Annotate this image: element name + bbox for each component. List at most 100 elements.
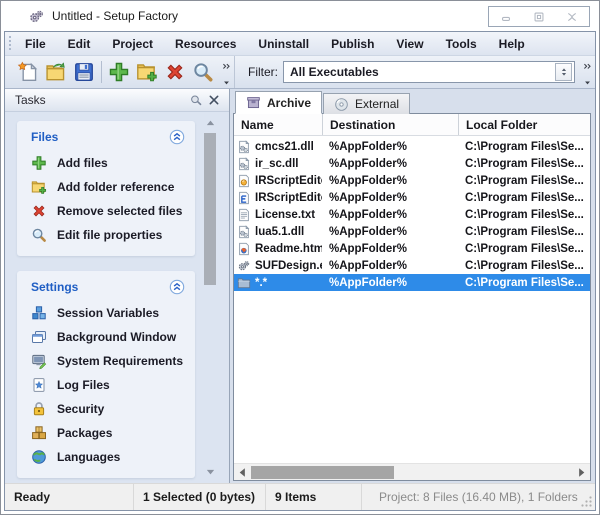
filter-overflow[interactable] (580, 57, 594, 87)
menu-project[interactable]: Project (101, 32, 164, 55)
filter-combobox[interactable]: All Executables (283, 61, 575, 83)
column-header-destination[interactable]: Destination (322, 114, 458, 135)
task-languages[interactable]: Languages (25, 445, 187, 469)
save-button[interactable] (70, 58, 98, 86)
chevron-right-double-icon (582, 59, 593, 69)
horizontal-scrollbar (234, 463, 590, 480)
menu-resources[interactable]: Resources (164, 32, 247, 55)
add-files-button[interactable] (105, 58, 133, 86)
file-local-folder: C:\Program Files\Se... (458, 192, 590, 204)
table-body: cmcs21.dll %AppFolder% C:\Program Files\… (234, 136, 590, 463)
file-name: SUFDesign.exe (255, 260, 322, 272)
pin-button[interactable] (187, 91, 205, 109)
background-window-icon (31, 329, 47, 345)
scrollbar-thumb[interactable] (204, 133, 216, 285)
file-name: lua5.1.dll (255, 226, 304, 238)
table-row[interactable]: IRScriptEdito... %AppFolder% C:\Program … (234, 172, 590, 189)
scroll-up-arrow[interactable] (204, 117, 217, 130)
table-row[interactable]: IRScriptEdito... %AppFolder% C:\Program … (234, 189, 590, 206)
table-row[interactable]: lua5.1.dll %AppFolder% C:\Program Files\… (234, 223, 590, 240)
open-button[interactable] (42, 58, 70, 86)
scroll-right-arrow[interactable] (574, 465, 589, 480)
task-add-folder-reference[interactable]: Add folder reference (25, 175, 187, 199)
scrollbar-thumb[interactable] (251, 466, 394, 479)
task-log-files[interactable]: Log Files (25, 373, 187, 397)
resize-grip[interactable] (580, 495, 593, 508)
file-destination: %AppFolder% (322, 192, 458, 204)
file-local-folder: C:\Program Files\Se... (458, 209, 590, 221)
new-file-button[interactable] (14, 58, 42, 86)
file-local-folder: C:\Program Files\Se... (458, 141, 590, 153)
toolbar-overflow[interactable] (219, 57, 233, 87)
maximize-icon (532, 10, 546, 24)
languages-icon (31, 449, 47, 465)
scroll-down-arrow[interactable] (204, 465, 217, 478)
menu-edit[interactable]: Edit (57, 32, 102, 55)
task-edit-file-properties[interactable]: Edit file properties (25, 223, 187, 247)
menu-uninstall[interactable]: Uninstall (247, 32, 320, 55)
menu-file[interactable]: File (14, 32, 57, 55)
system-requirements-icon (31, 353, 47, 369)
file-destination: %AppFolder% (322, 158, 458, 170)
menu-help[interactable]: Help (488, 32, 536, 55)
close-panel-button[interactable] (205, 91, 223, 109)
close-button[interactable] (556, 7, 589, 26)
app-logo-icon (28, 8, 45, 25)
maximize-button[interactable] (522, 7, 555, 26)
menu-publish[interactable]: Publish (320, 32, 385, 55)
file-name: *.* (255, 277, 267, 289)
task-system-requirements[interactable]: System Requirements (25, 349, 187, 373)
task-session-variables[interactable]: Session Variables (25, 301, 187, 325)
menu-view[interactable]: View (385, 32, 434, 55)
files-section-title: Files (31, 130, 58, 144)
help-file-icon (237, 174, 251, 188)
file-name: License.txt (255, 209, 315, 221)
minimize-button[interactable] (489, 7, 522, 26)
add-folder-button[interactable] (133, 58, 161, 86)
remove-button[interactable] (161, 58, 189, 86)
table-row[interactable]: ir_sc.dll %AppFolder% C:\Program Files\S… (234, 155, 590, 172)
table-row[interactable]: cmcs21.dll %AppFolder% C:\Program Files\… (234, 138, 590, 155)
scroll-left-arrow[interactable] (235, 465, 250, 480)
filter-spinner[interactable] (555, 63, 572, 81)
file-local-folder: C:\Program Files\Se... (458, 243, 590, 255)
table-row[interactable]: Readme.htm %AppFolder% C:\Program Files\… (234, 240, 590, 257)
remove-icon (31, 203, 47, 219)
file-name: IRScriptEdito... (255, 192, 322, 204)
main-area: Tasks Files (5, 89, 595, 483)
search-button[interactable] (189, 58, 217, 86)
dll-file-icon (237, 225, 251, 239)
tab-external[interactable]: External (323, 93, 410, 114)
column-header-name[interactable]: Name (234, 114, 322, 135)
file-name: cmcs21.dll (255, 141, 314, 153)
window-controls (488, 6, 590, 27)
toolbar: Filter: All Executables (5, 56, 595, 89)
task-remove-selected-files[interactable]: Remove selected files (25, 199, 187, 223)
tab-archive[interactable]: Archive (235, 91, 322, 114)
tasks-panel-title: Tasks (15, 93, 187, 107)
triangle-up-icon (204, 118, 217, 133)
status-selection: 1 Selected (0 bytes) (133, 484, 265, 510)
task-packages[interactable]: Packages (25, 421, 187, 445)
add-files-icon (108, 61, 130, 83)
collapse-files-button[interactable] (169, 129, 185, 145)
triangle-right-icon (574, 468, 589, 481)
table-row[interactable]: *.* %AppFolder% C:\Program Files\Se... (234, 274, 590, 291)
column-header-local-folder[interactable]: Local Folder (458, 114, 590, 135)
pin-icon (189, 93, 203, 107)
cd-icon (334, 97, 349, 112)
file-destination: %AppFolder% (322, 243, 458, 255)
table-row[interactable]: SUFDesign.exe %AppFolder% C:\Program Fil… (234, 257, 590, 274)
table-header: Name Destination Local Folder (234, 114, 590, 136)
task-background-window[interactable]: Background Window (25, 325, 187, 349)
menu-tools[interactable]: Tools (435, 32, 488, 55)
menubar-grip-handle[interactable] (8, 35, 13, 52)
collapse-settings-button[interactable] (169, 279, 185, 295)
triangle-left-icon (235, 468, 250, 481)
table-row[interactable]: License.txt %AppFolder% C:\Program Files… (234, 206, 590, 223)
task-add-files[interactable]: Add files (25, 151, 187, 175)
security-icon (31, 401, 47, 417)
add-folder-icon (136, 61, 158, 83)
filter-value: All Executables (284, 65, 555, 79)
task-security[interactable]: Security (25, 397, 187, 421)
